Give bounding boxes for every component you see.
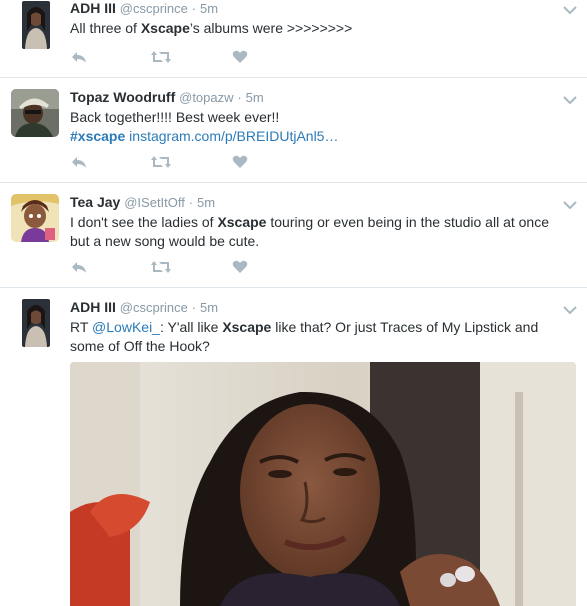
timestamp[interactable]: 5m — [197, 195, 215, 210]
timestamp[interactable]: 5m — [200, 1, 218, 16]
tweet-text: RT @LowKei_: Y'all like Xscape like that… — [70, 318, 567, 356]
avatar[interactable] — [22, 1, 50, 49]
display-name[interactable]: ADH III — [70, 299, 116, 315]
avatar[interactable] — [11, 89, 59, 137]
retweet-icon[interactable] — [150, 259, 172, 278]
separator: · — [188, 195, 194, 210]
display-name[interactable]: Topaz Woodruff — [70, 89, 175, 105]
user-handle[interactable]: @cscprince — [120, 300, 188, 315]
separator: · — [237, 90, 242, 105]
tweet-actions — [70, 49, 270, 65]
user-handle[interactable]: @cscprince — [120, 1, 188, 16]
tweet[interactable]: Tea Jay @ISetItOff · 5m I don't see the … — [0, 183, 587, 288]
reply-icon[interactable] — [70, 259, 88, 278]
tweet-header: ADH III @cscprince · 5m — [70, 0, 567, 17]
separator: · — [191, 300, 197, 315]
heart-icon[interactable] — [232, 49, 248, 68]
user-handle[interactable]: @topazw — [179, 90, 233, 105]
retweet-icon[interactable] — [150, 154, 172, 173]
tweet[interactable]: ADH III @cscprince · 5m All three of Xsc… — [0, 0, 587, 78]
highlighted-term: Xscape — [217, 214, 267, 230]
display-name[interactable]: ADH III — [70, 0, 116, 16]
display-name[interactable]: Tea Jay — [70, 194, 120, 210]
reply-icon[interactable] — [70, 154, 88, 173]
tweet-header: Tea Jay @ISetItOff · 5m — [70, 193, 567, 211]
text-segment: All three of — [70, 20, 141, 36]
tweet-text: I don't see the ladies of Xscape touring… — [70, 213, 567, 251]
tweet-actions — [70, 259, 270, 275]
tweet-header: ADH III @cscprince · 5m — [70, 298, 567, 316]
tweet-text: All three of Xscape’s albums were >>>>>>… — [70, 19, 567, 38]
retweet-prefix: RT — [70, 319, 93, 335]
tweet-header: Topaz Woodruff @topazw · 5m — [70, 88, 567, 106]
reply-icon[interactable] — [70, 49, 88, 68]
retweet-icon[interactable] — [150, 49, 172, 68]
hashtag-link[interactable]: #xscape — [70, 128, 125, 144]
mention-link[interactable]: @LowKei_ — [92, 319, 160, 335]
tweet[interactable]: Topaz Woodruff @topazw · 5m Back togethe… — [0, 78, 587, 183]
tweet-feed: ADH III @cscprince · 5m All three of Xsc… — [0, 0, 587, 606]
url-link[interactable]: instagram.com/p/BREIDUtjAnl5… — [129, 128, 338, 144]
text-segment: I don't see the ladies of — [70, 214, 218, 230]
avatar[interactable] — [11, 194, 59, 242]
highlighted-term: Xscape — [140, 20, 190, 36]
tweet-text-line: Back together!!!! Best week ever!! — [70, 109, 280, 125]
chevron-down-icon[interactable] — [563, 92, 577, 105]
chevron-down-icon[interactable] — [563, 197, 577, 210]
tweet-actions — [70, 154, 270, 170]
tweet-text: Back together!!!! Best week ever!! #xsca… — [70, 108, 567, 146]
heart-icon[interactable] — [232, 259, 248, 278]
user-handle[interactable]: @ISetItOff — [124, 195, 185, 210]
heart-icon[interactable] — [232, 154, 248, 173]
text-segment: : Y'all like — [159, 319, 223, 335]
timestamp[interactable]: 5m — [246, 90, 264, 105]
chevron-down-icon[interactable] — [563, 302, 577, 315]
separator: · — [191, 1, 197, 16]
text-segment: ’s albums were >>>>>>>> — [189, 20, 353, 36]
highlighted-term: Xscape — [222, 319, 272, 335]
timestamp[interactable]: 5m — [200, 300, 218, 315]
tweet-media-image[interactable] — [70, 362, 576, 606]
avatar[interactable] — [22, 299, 50, 347]
chevron-down-icon[interactable] — [563, 2, 577, 15]
